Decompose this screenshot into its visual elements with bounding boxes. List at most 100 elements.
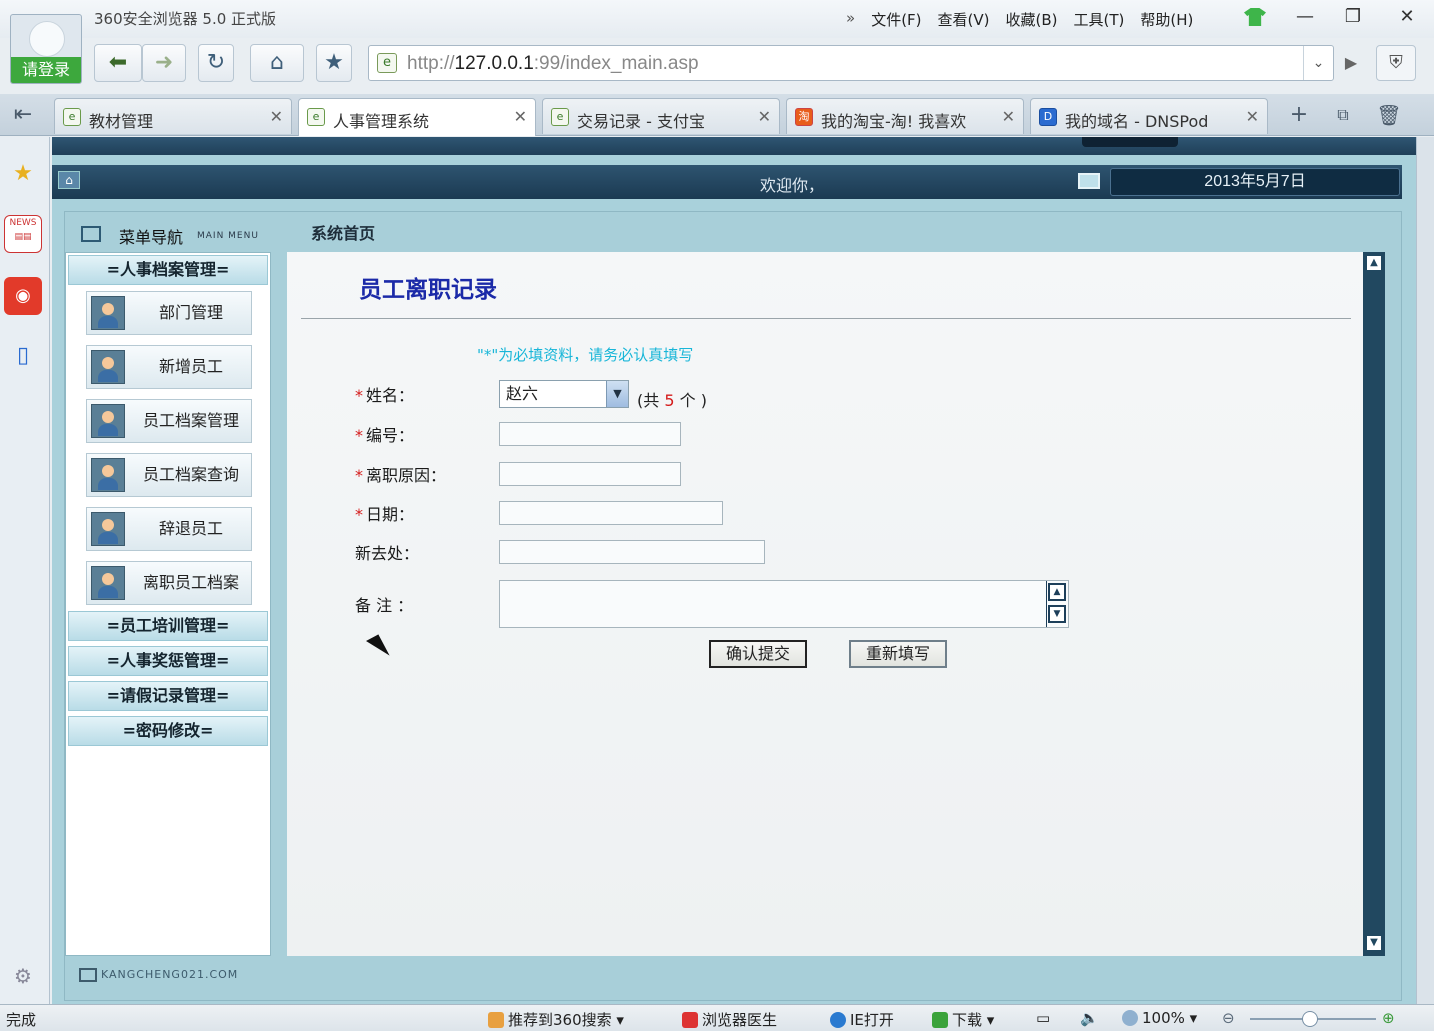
reason-label: * 离职原因： <box>355 466 447 485</box>
name-select[interactable]: 赵六 ▼ <box>499 380 629 408</box>
menu-tools[interactable]: 工具(T) <box>1074 9 1125 30</box>
recommend-360-button[interactable]: 推荐到360搜索 ▾ <box>488 1009 624 1030</box>
remark-textarea[interactable]: ▲ ▼ <box>499 580 1069 628</box>
employee-count: (共 5 个 ) <box>637 391 707 410</box>
destination-label: 新去处： <box>355 544 420 563</box>
menu-help[interactable]: 帮助(H) <box>1140 9 1193 30</box>
address-dropdown-icon[interactable]: ⌄ <box>1303 46 1333 80</box>
reason-input[interactable] <box>499 462 681 486</box>
zoom-in-icon[interactable]: ⊕ <box>1382 1009 1395 1027</box>
menu-item-add-employee[interactable]: 新增员工 <box>86 345 252 389</box>
browser-sidebar: ★ NEWS ▤▤ ◉ ▯ ⚙ <box>0 137 50 1004</box>
window-mode-icon[interactable]: ▭ <box>1036 1009 1050 1027</box>
menu-group-leave[interactable]: =请假记录管理= <box>68 681 268 711</box>
download-button[interactable]: 下载 ▾ <box>932 1009 994 1030</box>
taobao-icon: 淘 <box>795 108 813 126</box>
favorite-star-button[interactable]: ★ <box>316 44 352 82</box>
dnspod-icon: D <box>1039 108 1057 126</box>
recent-tabs-icon[interactable]: ⧉ <box>1326 98 1360 132</box>
address-url[interactable]: http://127.0.0.1:99/index_main.asp <box>407 53 699 75</box>
date-input[interactable] <box>499 501 723 525</box>
news-icon[interactable]: NEWS ▤▤ <box>4 215 42 253</box>
settings-gear-icon[interactable]: ⚙ <box>4 957 42 995</box>
ie-icon: e <box>63 108 81 126</box>
scroll-down-icon[interactable]: ▼ <box>1048 605 1066 623</box>
employee-id-input[interactable] <box>499 422 681 446</box>
menu-group-password[interactable]: =密码修改= <box>68 716 268 746</box>
tab-dnspod[interactable]: D 我的域名 - DNSPod ✕ <box>1030 98 1268 134</box>
sidebar-toggle-icon[interactable]: ⇤ <box>6 98 40 132</box>
employee-icon <box>91 512 125 546</box>
menu-item-dismiss[interactable]: 辞退员工 <box>86 507 252 551</box>
thumb-icon <box>488 1012 504 1028</box>
submit-button[interactable]: 确认提交 <box>709 640 807 668</box>
menu-item-resigned-files[interactable]: 离职员工档案 <box>86 561 252 605</box>
favorites-star-icon[interactable]: ★ <box>4 155 42 193</box>
zoom-slider-handle[interactable] <box>1302 1011 1318 1027</box>
back-arrow-icon: ⬅ <box>108 50 128 75</box>
scroll-down-icon[interactable]: ▼ <box>1365 934 1383 952</box>
trash-icon[interactable]: 🗑 <box>1372 98 1406 132</box>
restore-button[interactable]: ❐ <box>1336 4 1370 30</box>
doctor-cross-icon <box>682 1012 698 1028</box>
employee-icon <box>91 566 125 600</box>
ie-open-button[interactable]: IE打开 <box>830 1009 894 1030</box>
welcome-text: 欢迎你， <box>760 176 825 195</box>
date-label: * 日期： <box>355 505 415 524</box>
home-button[interactable]: ⌂ <box>250 44 304 82</box>
login-avatar[interactable]: 请登录 <box>10 14 82 84</box>
menu-header: 菜单导航 MAIN MENU <box>79 220 279 250</box>
mobile-icon[interactable]: ▯ <box>4 337 42 375</box>
menu-group-personnel-files[interactable]: =人事档案管理= <box>68 255 268 285</box>
forward-button[interactable]: ➜ <box>142 44 186 82</box>
go-button[interactable]: ▶ <box>1336 46 1366 80</box>
menu-file[interactable]: 文件(F) <box>871 9 921 30</box>
content-scrollbar[interactable]: ▲ ▼ <box>1363 252 1385 956</box>
menu-group-rewards[interactable]: =人事奖惩管理= <box>68 646 268 676</box>
zoom-out-icon[interactable]: ⊖ <box>1222 1009 1235 1027</box>
welcome-bar: ⌂ 欢迎你， 2013年5月7日 <box>52 165 1402 199</box>
menu-group-training[interactable]: =员工培训管理= <box>68 611 268 641</box>
reset-button[interactable]: 重新填写 <box>849 640 947 668</box>
menu-item-employee-query[interactable]: 员工档案查询 <box>86 453 252 497</box>
remark-scrollbar[interactable]: ▲ ▼ <box>1046 581 1068 627</box>
tab-close-icon[interactable]: ✕ <box>514 107 527 126</box>
destination-input[interactable] <box>499 540 765 564</box>
refresh-button[interactable]: ↻ <box>198 44 234 82</box>
new-tab-icon[interactable]: + <box>1282 98 1316 132</box>
menu-view[interactable]: 查看(V) <box>938 9 990 30</box>
security-shield-icon[interactable]: ⛨ <box>1376 45 1416 81</box>
back-button[interactable]: ⬅ <box>94 44 142 82</box>
address-bar[interactable]: e http://127.0.0.1:99/index_main.asp ⌄ <box>368 45 1334 81</box>
name-label: * 姓名： <box>355 386 415 405</box>
menu-item-department[interactable]: 部门管理 <box>86 291 252 335</box>
scroll-up-icon[interactable]: ▲ <box>1365 254 1383 272</box>
close-window-button[interactable]: ✕ <box>1390 4 1424 30</box>
star-icon: ★ <box>324 50 344 75</box>
menu-item-employee-files[interactable]: 员工档案管理 <box>86 399 252 443</box>
tab-close-icon[interactable]: ✕ <box>758 107 771 126</box>
menu-favorites[interactable]: 收藏(B) <box>1006 9 1058 30</box>
tab-close-icon[interactable]: ✕ <box>1002 107 1015 126</box>
volume-icon[interactable]: 🔈 <box>1080 1009 1099 1027</box>
main-frame: 菜单导航 MAIN MENU 系统首页 =人事档案管理= 部门管理 新增员工 员… <box>64 211 1402 1001</box>
tab-textbook[interactable]: e 教材管理 ✕ <box>54 98 292 134</box>
tab-close-icon[interactable]: ✕ <box>1246 107 1259 126</box>
more-menu-icon[interactable]: » <box>846 9 855 30</box>
current-date: 2013年5月7日 <box>1110 168 1400 196</box>
scroll-up-icon[interactable]: ▲ <box>1048 583 1066 601</box>
site-home-icon[interactable]: ⌂ <box>58 171 80 189</box>
skin-shirt-icon[interactable] <box>1244 8 1266 26</box>
tab-hr-system[interactable]: e 人事管理系统 ✕ <box>298 98 536 136</box>
minimize-button[interactable]: — <box>1288 4 1322 30</box>
weibo-icon[interactable]: ◉ <box>4 277 42 315</box>
tab-taobao[interactable]: 淘 我的淘宝-淘! 我喜欢 ✕ <box>786 98 1024 134</box>
user-avatar-icon <box>29 21 65 57</box>
browser-doctor-button[interactable]: 浏览器医生 <box>682 1009 777 1030</box>
chevron-down-icon[interactable]: ▼ <box>606 381 628 407</box>
id-label: * 编号： <box>355 426 415 445</box>
tab-alipay[interactable]: e 交易记录 - 支付宝 ✕ <box>542 98 780 134</box>
zoom-control[interactable]: 100% ▾ <box>1122 1009 1197 1027</box>
login-label[interactable]: 请登录 <box>11 57 81 83</box>
tab-close-icon[interactable]: ✕ <box>270 107 283 126</box>
